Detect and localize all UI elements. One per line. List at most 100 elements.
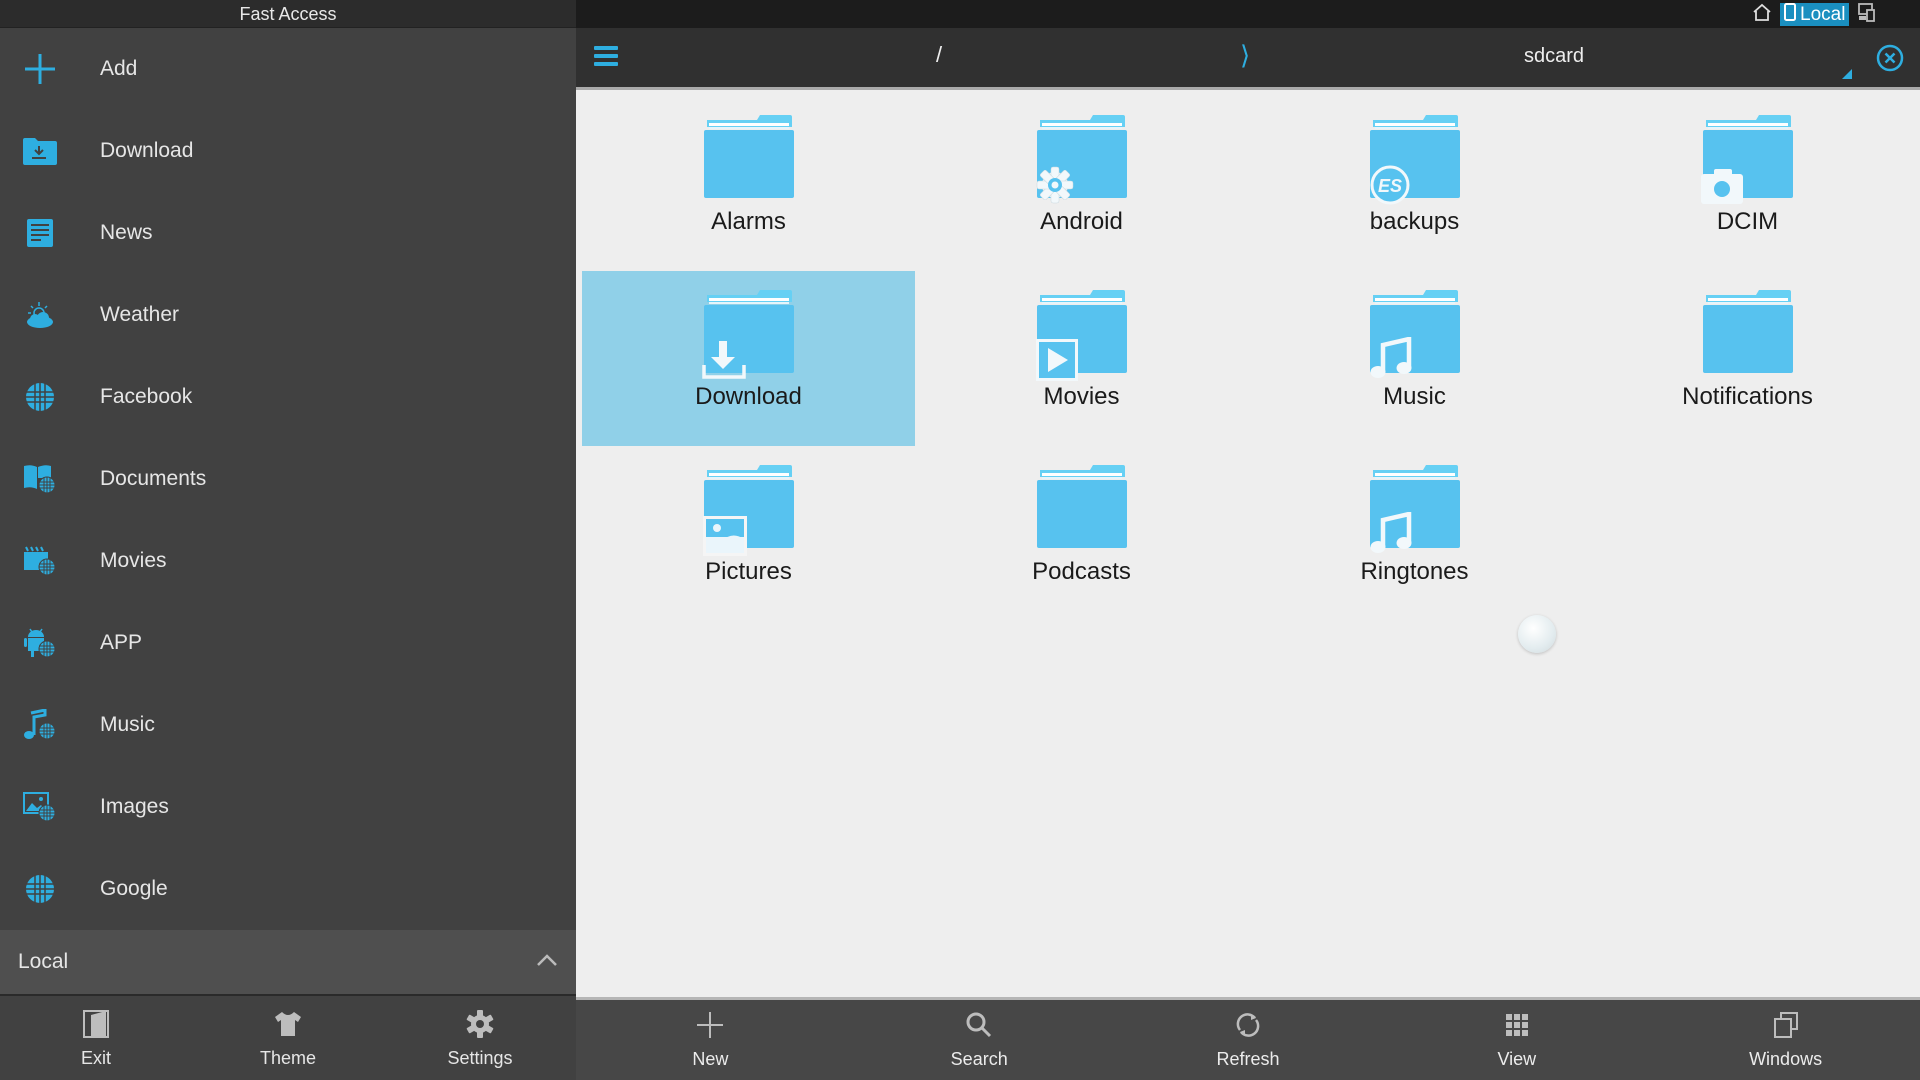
images-web-icon bbox=[20, 787, 60, 827]
folder-item[interactable]: DCIM bbox=[1581, 96, 1914, 271]
view-button[interactable]: View bbox=[1382, 1000, 1651, 1080]
folder-item[interactable]: ES backups bbox=[1248, 96, 1581, 271]
documents-web-icon bbox=[20, 459, 60, 499]
folder-name: Music bbox=[1383, 383, 1446, 410]
menu-icon[interactable] bbox=[594, 46, 618, 66]
weather-icon bbox=[20, 295, 60, 335]
sidebar-item-movies[interactable]: Movies bbox=[0, 520, 576, 602]
breadcrumb-current[interactable]: sdcard bbox=[1524, 45, 1584, 68]
grid-view-icon bbox=[1502, 1010, 1532, 1045]
folder-icon bbox=[1035, 289, 1128, 381]
windows-icon bbox=[1771, 1010, 1801, 1045]
sidebar-item-google[interactable]: Google bbox=[0, 848, 576, 930]
section-local-label: Local bbox=[18, 950, 69, 973]
folder-item[interactable]: Alarms bbox=[582, 96, 915, 271]
sidebar-item-label: Weather bbox=[100, 303, 179, 326]
folder-icon: ES bbox=[1369, 114, 1461, 205]
folder-icon bbox=[1369, 289, 1461, 378]
search-label: Search bbox=[950, 1049, 1008, 1069]
folder-icon bbox=[701, 289, 795, 379]
folder-name: Ringtones bbox=[1360, 558, 1469, 585]
loading-indicator bbox=[1518, 615, 1556, 653]
refresh-icon bbox=[1233, 1010, 1263, 1045]
folder-name: Notifications bbox=[1682, 383, 1813, 410]
globe-icon bbox=[20, 377, 60, 417]
new-button[interactable]: New bbox=[576, 1000, 845, 1080]
folder-item[interactable]: Notifications bbox=[1581, 271, 1914, 446]
folder-item[interactable]: Pictures bbox=[582, 446, 915, 621]
exit-label: Exit bbox=[80, 1048, 111, 1068]
search-button[interactable]: Search bbox=[845, 1000, 1114, 1080]
view-label: View bbox=[1497, 1049, 1537, 1069]
refresh-button[interactable]: Refresh bbox=[1114, 1000, 1383, 1080]
close-window-icon[interactable] bbox=[1876, 44, 1904, 72]
folder-item[interactable]: Android bbox=[915, 96, 1248, 271]
svg-text:ES: ES bbox=[1377, 176, 1401, 196]
folder-item[interactable]: Music bbox=[1248, 271, 1581, 446]
search-icon bbox=[964, 1010, 994, 1045]
tab-local[interactable]: Local bbox=[1780, 2, 1850, 27]
folder-icon bbox=[703, 114, 795, 200]
folder-item[interactable]: Podcasts bbox=[915, 446, 1248, 621]
sidebar-item-label: Movies bbox=[100, 549, 167, 572]
folder-name: backups bbox=[1369, 208, 1460, 235]
sidebar-item-weather[interactable]: Weather bbox=[0, 274, 576, 356]
sidebar-item-add[interactable]: Add bbox=[0, 28, 576, 110]
sidebar-item-app[interactable]: APP bbox=[0, 602, 576, 684]
sidebar-item-label: Images bbox=[100, 795, 169, 818]
folder-name: Podcasts bbox=[1032, 558, 1131, 585]
folder-item[interactable]: Movies bbox=[915, 271, 1248, 446]
panel-title: Fast Access bbox=[0, 0, 576, 28]
tab-local-label: Local bbox=[1800, 3, 1846, 25]
section-local[interactable]: Local bbox=[0, 930, 576, 996]
sidebar-item-news[interactable]: News bbox=[0, 192, 576, 274]
sidebar-item-label: Add bbox=[100, 57, 138, 80]
sidebar-item-label: Facebook bbox=[100, 385, 193, 408]
sidebar-item-music[interactable]: Music bbox=[0, 684, 576, 766]
file-grid: Alarms Android ES backups DCIM Download Movies… bbox=[576, 93, 1920, 997]
sidebar-item-download[interactable]: Download bbox=[0, 110, 576, 192]
sidebar-item-label: Google bbox=[100, 877, 168, 900]
folder-item[interactable]: Ringtones bbox=[1248, 446, 1581, 621]
theme-label: Theme bbox=[259, 1048, 317, 1068]
globe-icon bbox=[20, 869, 60, 909]
movies-web-icon bbox=[20, 541, 60, 581]
folder-name: Android bbox=[1040, 208, 1123, 235]
folder-icon bbox=[1702, 289, 1794, 375]
new-label: New bbox=[692, 1049, 729, 1069]
fast-access-panel: Fast Access Add Download News Weather Fa… bbox=[0, 0, 576, 1080]
folder-icon bbox=[702, 464, 795, 556]
folder-item[interactable]: Download bbox=[582, 271, 915, 446]
sidebar-item-facebook[interactable]: Facebook bbox=[0, 356, 576, 438]
settings-button[interactable]: Settings bbox=[384, 998, 576, 1080]
sidebar-item-label: APP bbox=[100, 631, 143, 654]
sidebar-item-label: Download bbox=[100, 139, 194, 162]
folder-name: Download bbox=[695, 383, 802, 410]
download-folder-icon bbox=[20, 131, 60, 171]
windows-button[interactable]: Windows bbox=[1651, 1000, 1920, 1080]
fast-access-list: Add Download News Weather Facebook Docum… bbox=[0, 28, 576, 930]
sidebar-bottom-bar: Exit Theme Settings bbox=[0, 998, 576, 1080]
devices-icon[interactable] bbox=[1857, 2, 1877, 27]
home-icon[interactable] bbox=[1752, 3, 1772, 26]
folder-name: Pictures bbox=[705, 558, 792, 585]
folder-name: Movies bbox=[1043, 383, 1120, 410]
sidebar-item-images[interactable]: Images bbox=[0, 766, 576, 848]
music-web-icon bbox=[20, 705, 60, 745]
folder-icon bbox=[1036, 464, 1128, 550]
sidebar-item-label: News bbox=[100, 221, 153, 244]
plus-icon bbox=[695, 1010, 725, 1045]
bottom-toolbar: New Search Refresh View Windows bbox=[576, 997, 1920, 1080]
exit-icon bbox=[81, 1009, 111, 1044]
window-tab-strip: Local bbox=[576, 0, 1920, 28]
phone-icon bbox=[1784, 2, 1796, 27]
breadcrumb-root[interactable]: / bbox=[936, 42, 942, 68]
theme-button[interactable]: Theme bbox=[192, 998, 384, 1080]
chevron-up-icon[interactable] bbox=[536, 953, 558, 972]
gear-icon bbox=[465, 1009, 495, 1044]
sidebar-item-documents[interactable]: Documents bbox=[0, 438, 576, 520]
sidebar-item-label: Music bbox=[100, 713, 155, 736]
breadcrumb-separator: ⟩ bbox=[1240, 40, 1251, 70]
path-dropdown-icon[interactable] bbox=[1842, 69, 1852, 79]
exit-button[interactable]: Exit bbox=[0, 998, 192, 1080]
